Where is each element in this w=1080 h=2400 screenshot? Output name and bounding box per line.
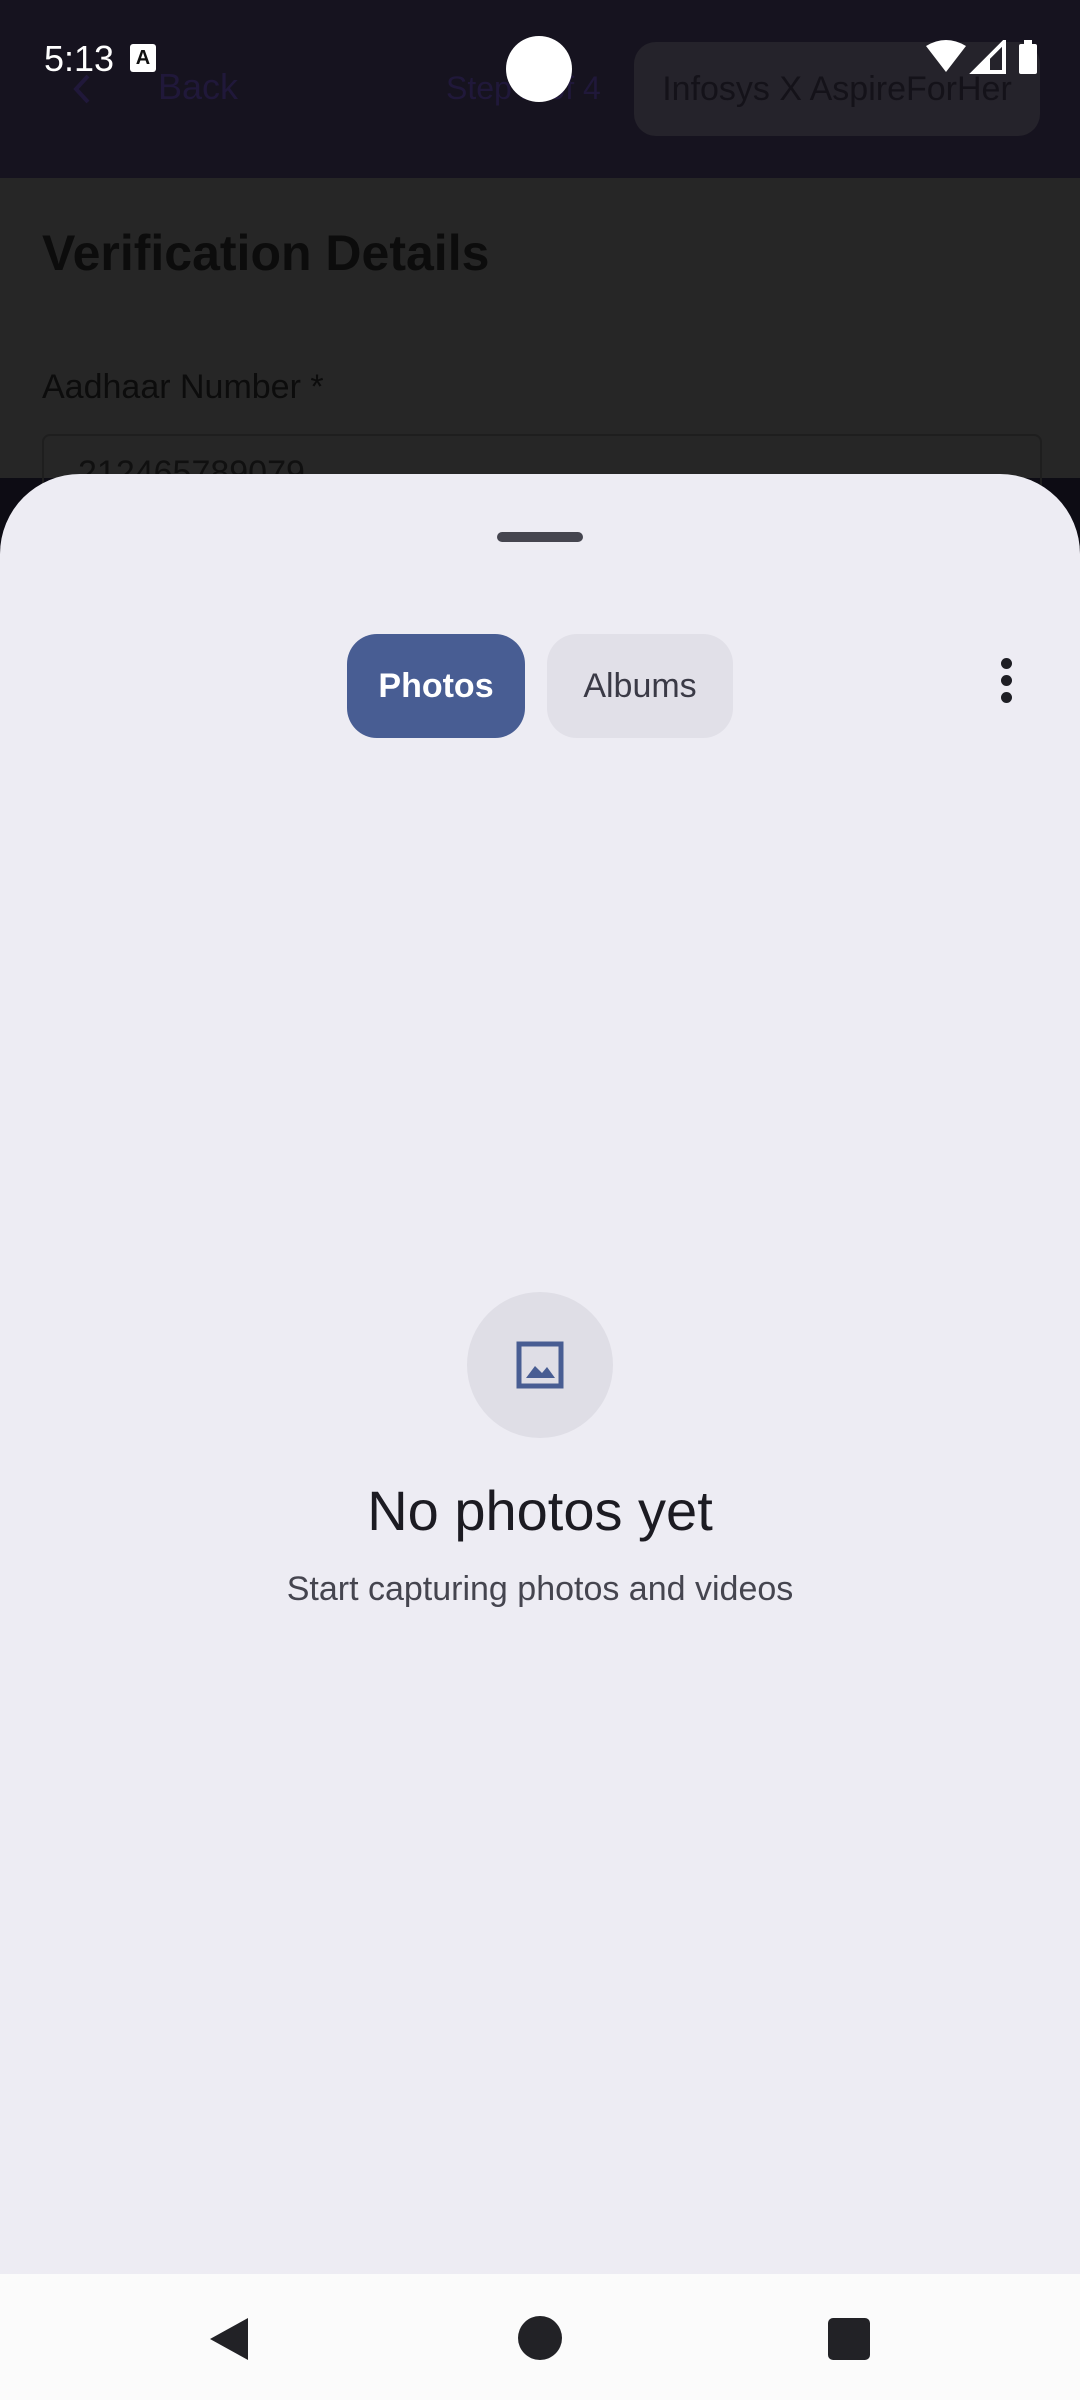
system-nav-bar xyxy=(0,2274,1080,2400)
camera-cutout xyxy=(506,36,572,102)
battery-icon xyxy=(1019,40,1037,74)
tab-albums[interactable]: Albums xyxy=(547,634,733,738)
status-bar: 5:13 A xyxy=(0,0,1080,120)
signal-icon xyxy=(969,37,1006,74)
drag-handle[interactable] xyxy=(497,532,583,542)
nav-home-icon[interactable] xyxy=(518,2316,562,2360)
a-icon: A xyxy=(130,44,156,72)
image-icon xyxy=(516,1341,564,1389)
photo-picker-sheet: Photos Albums No photos yet Start captur… xyxy=(0,474,1080,2274)
nav-back-icon[interactable] xyxy=(206,2316,252,2367)
empty-state-title: No photos yet xyxy=(367,1479,713,1542)
wifi-icon xyxy=(926,40,966,72)
aadhaar-label: Aadhaar Number * xyxy=(42,368,324,406)
page-title: Verification Details xyxy=(42,225,490,281)
more-options-icon[interactable] xyxy=(988,652,1024,722)
form-area: Verification Details Aadhaar Number * 21… xyxy=(0,178,1080,518)
empty-state-icon-container xyxy=(467,1292,613,1438)
empty-state-subtitle: Start capturing photos and videos xyxy=(286,1570,794,1608)
status-time: 5:13 xyxy=(44,38,115,79)
status-icons xyxy=(924,37,1044,76)
nav-recents-icon[interactable] xyxy=(828,2318,870,2360)
tab-photos[interactable]: Photos xyxy=(347,634,525,738)
